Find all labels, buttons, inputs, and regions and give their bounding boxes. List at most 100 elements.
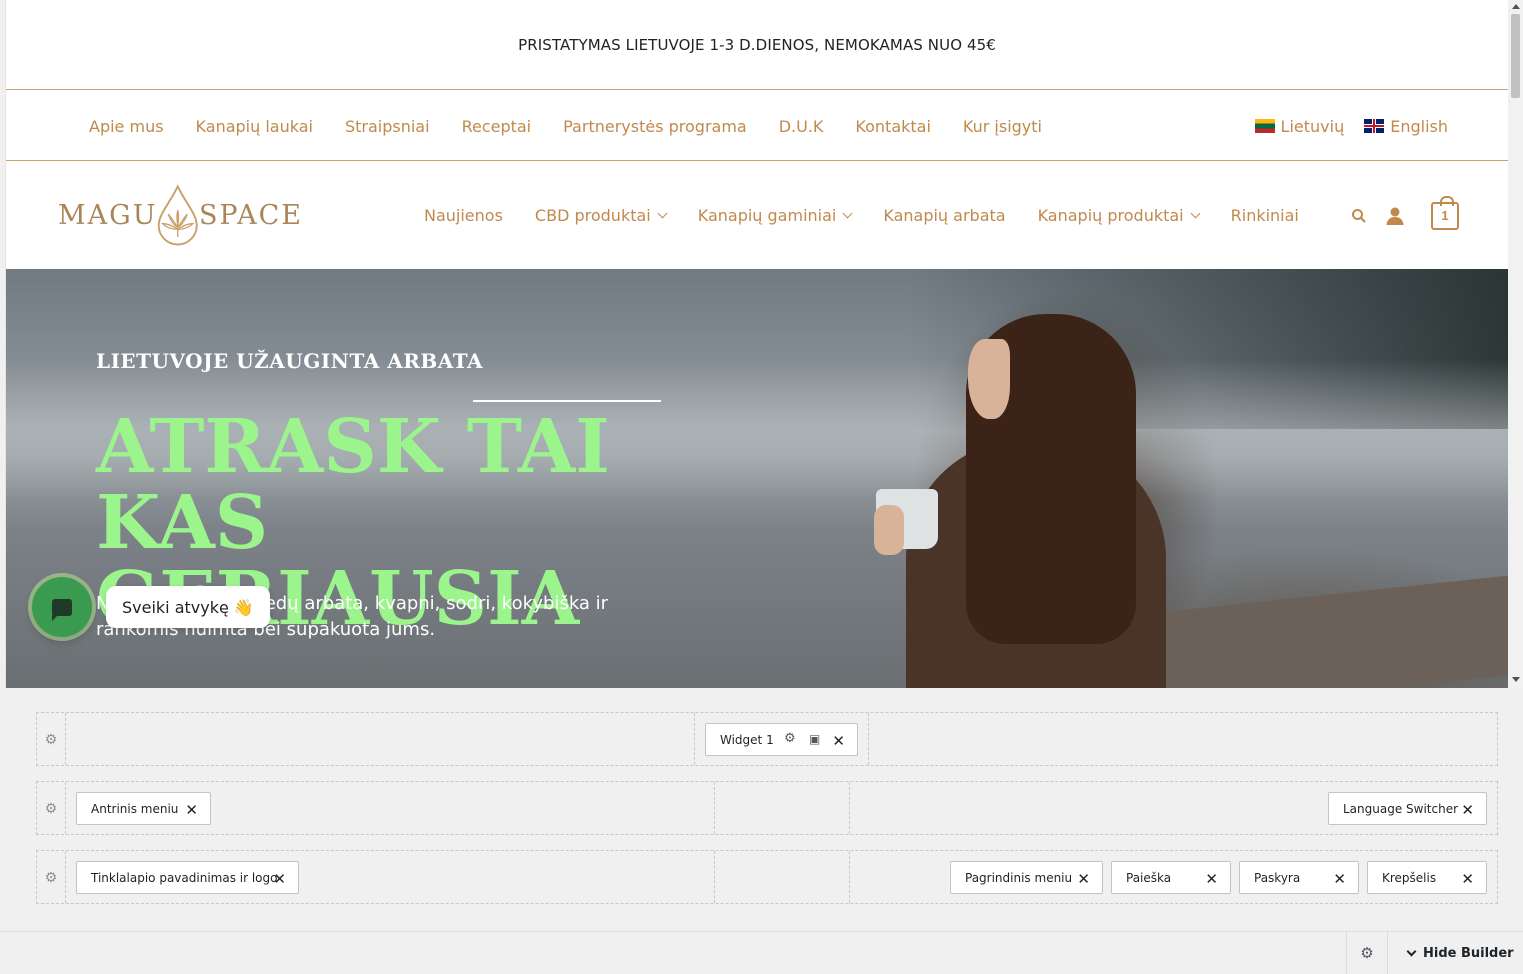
language-label: English (1390, 116, 1448, 136)
account-chip[interactable]: Paskyra ✕ (1239, 861, 1359, 894)
site-title-logo-chip[interactable]: Tinklalapio pavadinimas ir logo ✕ (76, 861, 299, 894)
cart-count: 1 (1441, 208, 1449, 223)
hero-divider (473, 400, 661, 402)
gear-icon[interactable]: ⚙ (784, 731, 796, 746)
close-icon[interactable]: ✕ (273, 870, 286, 888)
close-icon[interactable]: ✕ (832, 732, 845, 750)
language-label: Lietuvių (1280, 116, 1345, 136)
builder-row-main: ⚙ Tinklalapio pavadinimas ir logo ✕ Pagr… (36, 850, 1498, 904)
row-settings-gear-icon[interactable]: ⚙ (37, 851, 66, 903)
builder-bottom-bar: ⚙ Hide Builder (0, 931, 1523, 974)
main-menu-item[interactable]: Kanapių produktai (1022, 206, 1215, 225)
builder-row-primary: ⚙ Antrinis meniu ✕ Language Switcher ✕ (36, 781, 1498, 835)
chip-label: Krepšelis (1382, 870, 1437, 885)
hero-woman-face (968, 339, 1010, 419)
scroll-up-icon[interactable] (1512, 4, 1520, 9)
secondary-menu-chip[interactable]: Antrinis meniu ✕ (76, 792, 211, 825)
builder-col-left (66, 713, 695, 765)
chevron-down-icon (842, 208, 853, 219)
announcement-bar: PRISTATYMAS LIETUVOJE 1-3 D.DIENOS, NEMO… (6, 0, 1508, 90)
chip-label: Paieška (1126, 870, 1172, 885)
secondary-menu-item[interactable]: Straipsniai (329, 117, 446, 136)
cannabis-drop-logo-icon (158, 184, 199, 246)
search-chip[interactable]: Paieška ✕ (1111, 861, 1231, 894)
chat-button[interactable] (32, 577, 92, 637)
hide-builder-label: Hide Builder (1423, 945, 1514, 961)
row-settings-gear-icon[interactable]: ⚙ (37, 782, 66, 834)
main-menu-label: CBD produktai (534, 206, 651, 225)
chat-greeting[interactable]: Sveiki atvykę 👋 (106, 586, 270, 628)
cart-icon[interactable]: 1 (1431, 195, 1459, 230)
close-icon[interactable]: ✕ (1333, 870, 1346, 888)
chat-bubble-icon (52, 598, 72, 621)
main-menu-item[interactable]: Rinkiniai (1215, 206, 1315, 225)
cart-chip[interactable]: Krepšelis ✕ (1367, 861, 1487, 894)
language-switcher-chip[interactable]: Language Switcher ✕ (1328, 792, 1487, 825)
main-menu-item[interactable]: Naujienos (408, 206, 519, 225)
gb-flag-icon (1364, 119, 1385, 133)
chip-label: Paskyra (1254, 870, 1301, 885)
language-en[interactable]: English (1364, 117, 1448, 136)
main-menu-item[interactable]: Kanapių arbata (867, 206, 1021, 225)
header-icons: 1 (1351, 162, 1459, 269)
main-menu-item[interactable]: CBD produktai (519, 206, 682, 225)
builder-col-center (715, 851, 850, 903)
builder-col-center (715, 782, 850, 834)
main-menu-label: Kanapių produktai (1037, 206, 1184, 225)
language-switcher: Lietuvių English (1254, 91, 1448, 161)
secondary-menu-item[interactable]: D.U.K (763, 117, 840, 136)
hero-title-line-1: ATRASK TAI KAS (96, 404, 610, 566)
announcement-text: PRISTATYMAS LIETUVOJE 1-3 D.DIENOS, NEMO… (518, 35, 996, 54)
builder-col-left: Antrinis meniu ✕ (66, 782, 715, 834)
scroll-thumb[interactable] (1511, 14, 1520, 98)
close-icon[interactable]: ✕ (1461, 870, 1474, 888)
hero-subtitle: LIETUVOJE UŽAUGINTA ARBATA (96, 349, 484, 373)
hero-hand (874, 505, 904, 555)
main-menu-label: Naujienos (424, 206, 503, 225)
builder-row-above-header: ⚙ Widget 1 ⚙ ▣ ✕ (36, 712, 1498, 766)
secondary-menu-item[interactable]: Receptai (446, 117, 548, 136)
site-preview: PRISTATYMAS LIETUVOJE 1-3 D.DIENOS, NEMO… (6, 0, 1508, 688)
search-icon[interactable] (1351, 208, 1367, 224)
close-icon[interactable]: ✕ (1461, 801, 1474, 819)
builder-col-left: Tinklalapio pavadinimas ir logo ✕ (66, 851, 715, 903)
main-menu-chip[interactable]: Pagrindinis meniu ✕ (950, 861, 1103, 894)
chevron-down-icon (1190, 208, 1201, 219)
user-icon[interactable] (1385, 206, 1405, 226)
lt-flag-icon (1254, 119, 1275, 133)
row-settings-gear-icon[interactable]: ⚙ (37, 713, 66, 765)
close-icon[interactable]: ✕ (1077, 870, 1090, 888)
secondary-menu-item[interactable]: Apie mus (73, 117, 180, 136)
scrollbar[interactable] (1508, 0, 1523, 688)
chip-label: Language Switcher (1343, 801, 1459, 816)
secondary-menu-item[interactable]: Kontaktai (839, 117, 947, 136)
secondary-menu: Apie mus Kanapių laukai Straipsniai Recepta… (73, 91, 1058, 161)
main-menu-label: Kanapių arbata (883, 206, 1006, 225)
chevron-down-icon (1406, 946, 1417, 956)
builder-settings-gear-icon[interactable]: ⚙ (1346, 932, 1388, 974)
secondary-menu-item[interactable]: Kur įsigyti (947, 117, 1058, 136)
secondary-menu-item[interactable]: Partnerystės programa (547, 117, 763, 136)
layout-icon[interactable]: ▣ (809, 732, 820, 746)
logo-text-right: SPACE (198, 199, 303, 231)
secondary-nav: Apie mus Kanapių laukai Straipsniai Recepta… (6, 91, 1508, 161)
chevron-down-icon (657, 208, 668, 219)
hide-builder-button[interactable]: Hide Builder (1406, 932, 1514, 974)
main-menu-label: Rinkiniai (1230, 206, 1299, 225)
close-icon[interactable]: ✕ (1205, 870, 1218, 888)
chip-label: Widget 1 (720, 732, 774, 747)
chip-label: Antrinis meniu (91, 801, 179, 816)
widget-chip[interactable]: Widget 1 ⚙ ▣ ✕ (705, 723, 858, 756)
close-icon[interactable]: ✕ (185, 801, 198, 819)
language-lt[interactable]: Lietuvių (1254, 116, 1345, 136)
scroll-down-icon[interactable] (1512, 677, 1520, 682)
logo-text-left: MAGU (58, 199, 158, 231)
builder-col-center: Widget 1 ⚙ ▣ ✕ (695, 713, 869, 765)
secondary-menu-item[interactable]: Kanapių laukai (180, 117, 329, 136)
chip-label: Pagrindinis meniu (965, 870, 1073, 885)
site-logo[interactable]: MAGU SPACE (58, 180, 303, 250)
main-header: MAGU SPACE Naujienos CBD produktai Kanapių… (6, 162, 1508, 269)
main-menu-item[interactable]: Kanapių gaminiai (682, 206, 868, 225)
main-menu: Naujienos CBD produktai Kanapių gaminiai Ka… (408, 162, 1315, 269)
chip-label: Tinklalapio pavadinimas ir logo (91, 870, 278, 885)
